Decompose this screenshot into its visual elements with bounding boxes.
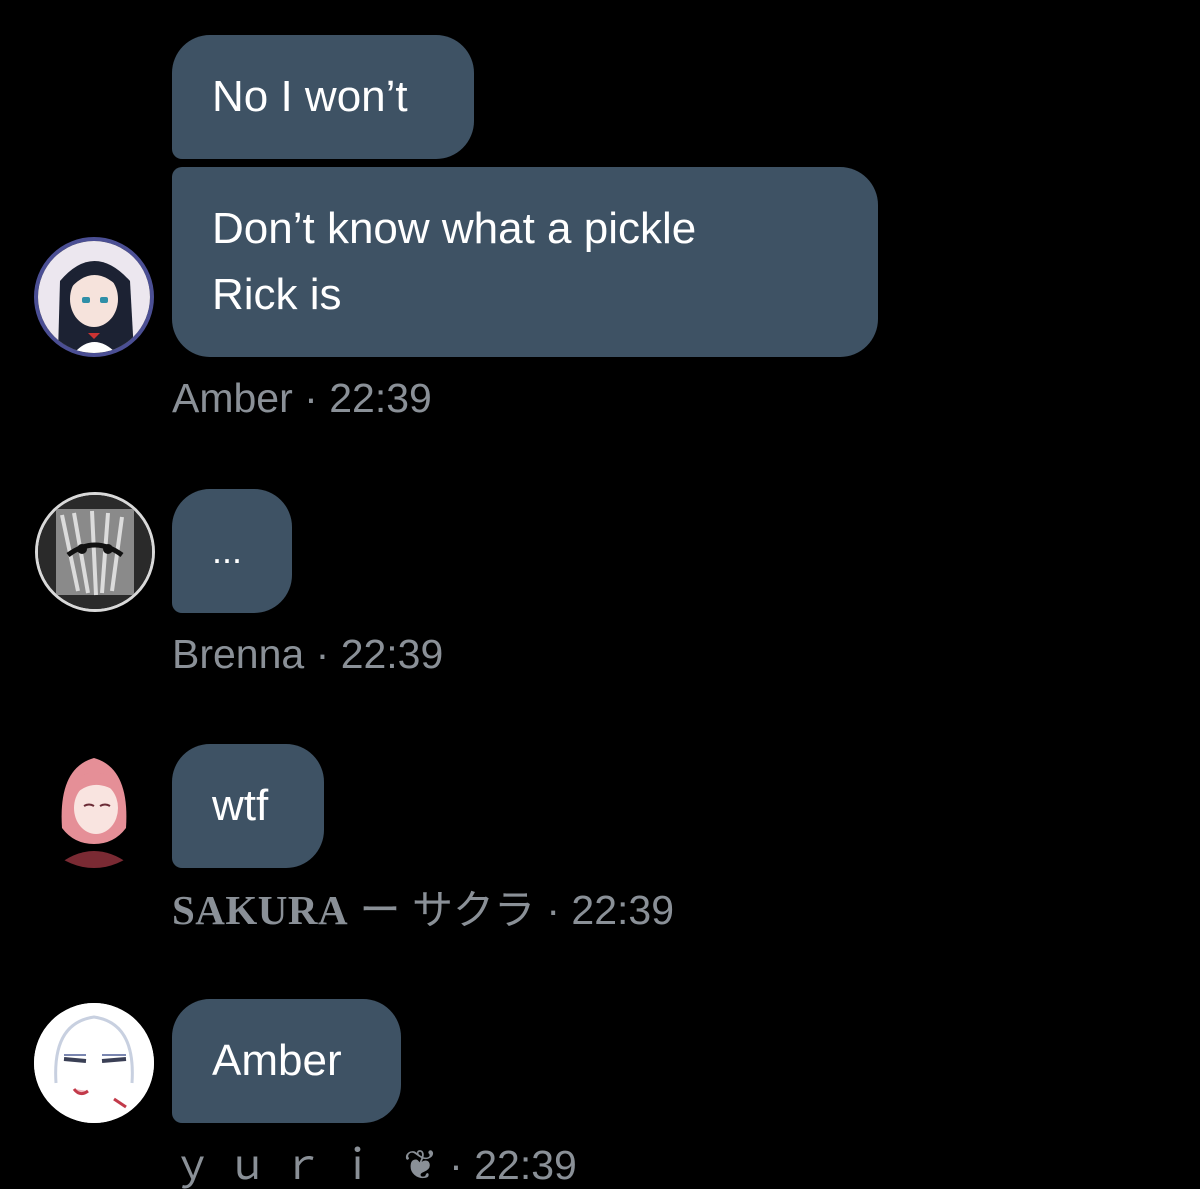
sender-name[interactable]: SAKURA: [172, 887, 348, 933]
message-time: 22:39: [474, 1142, 577, 1188]
message-meta: Amber · 22:39: [172, 374, 432, 422]
sender-name-glyph: ❦: [403, 1142, 438, 1188]
meta-separator: ·: [546, 887, 561, 933]
message-time: 22:39: [571, 887, 675, 933]
avatar-yuri[interactable]: [34, 1003, 154, 1123]
message-bubble[interactable]: No I won’t: [172, 35, 474, 159]
meta-separator: ·: [304, 375, 318, 421]
message-text: No I won’t: [212, 72, 408, 121]
meta-separator: ·: [449, 1142, 463, 1188]
message-bubble[interactable]: Amber: [172, 999, 401, 1123]
message-meta: Brenna · 22:39: [172, 630, 443, 678]
message-text: Amber: [212, 1036, 342, 1085]
avatar-brenna[interactable]: [35, 492, 155, 612]
message-time: 22:39: [329, 375, 432, 421]
monochrome-sketch-avatar: [38, 495, 152, 609]
message-bubble[interactable]: Don’t know what a pickle Rick is: [172, 167, 878, 357]
sender-name[interactable]: Amber: [172, 375, 293, 421]
message-text: Don’t know what a pickle Rick is: [212, 204, 697, 319]
message-meta: SAKURA ー サクラ · 22:39: [172, 886, 674, 934]
sketch-face-avatar: [34, 1003, 154, 1123]
message-bubble[interactable]: ...: [172, 489, 292, 613]
anime-girl-dark-hair-avatar: [38, 241, 150, 353]
sender-name-suffix: ー サクラ: [359, 887, 535, 933]
sender-name[interactable]: ｙｕｒｉ: [172, 1142, 392, 1188]
avatar-sakura[interactable]: [34, 748, 154, 868]
pink-hair-girl-avatar: [34, 748, 154, 868]
avatar-amber[interactable]: [34, 237, 154, 357]
message-text: wtf: [212, 781, 269, 830]
sender-name[interactable]: Brenna: [172, 631, 304, 677]
message-time: 22:39: [340, 631, 444, 677]
message-bubble[interactable]: wtf: [172, 744, 324, 868]
meta-separator: ·: [315, 631, 330, 677]
message-text: ...: [212, 530, 243, 571]
